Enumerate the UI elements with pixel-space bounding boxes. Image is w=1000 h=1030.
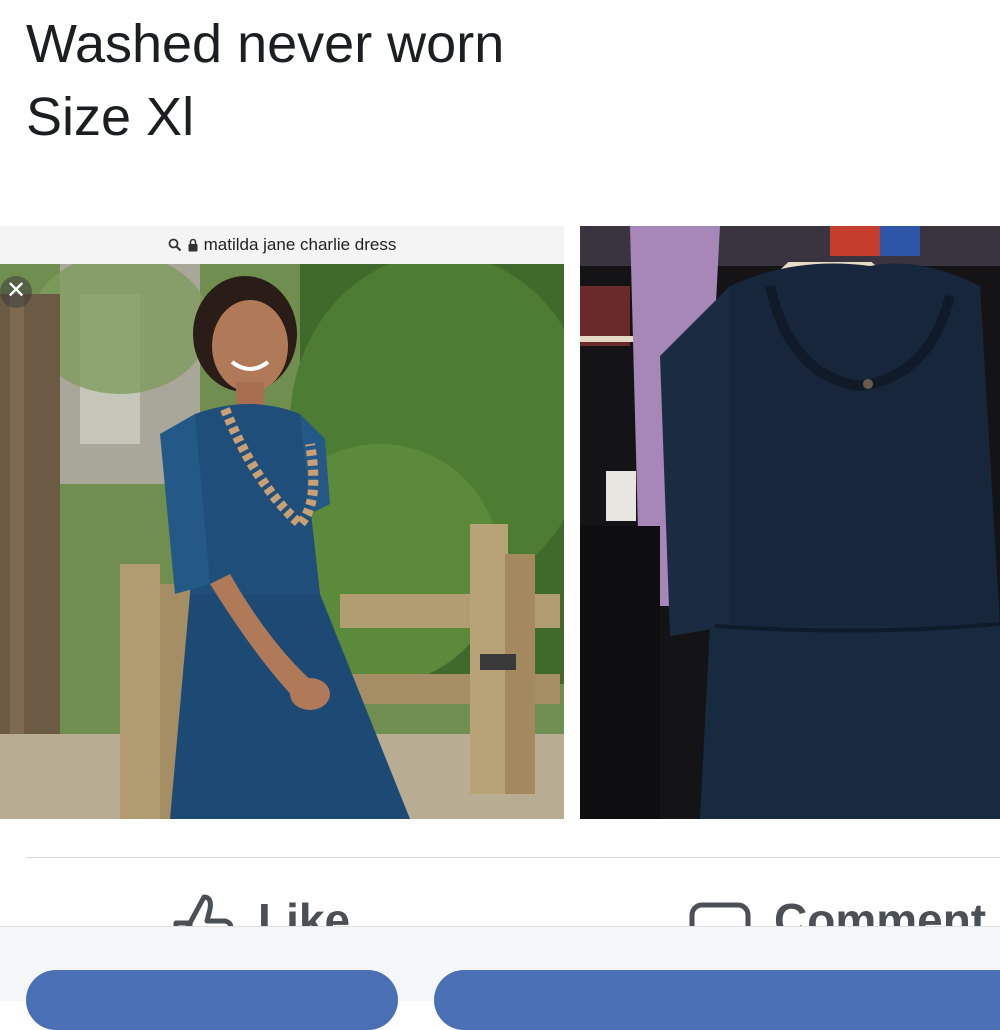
url-text: matilda jane charlie dress (203, 235, 397, 254)
post-line-2: Size Xl (26, 87, 195, 147)
bottom-action-button-2[interactable] (434, 970, 1000, 1030)
divider (26, 857, 1000, 858)
woman-in-dress-photo (0, 264, 564, 819)
lock-icon (188, 238, 198, 252)
url-bar: matilda jane charlie dress (0, 226, 564, 265)
dress-on-hanger-photo (580, 226, 1000, 819)
post-photo-right[interactable] (580, 226, 1000, 819)
close-icon[interactable]: ✕ (0, 276, 32, 308)
bottom-action-button-1[interactable] (26, 970, 398, 1030)
post-line-1: Washed never worn (26, 14, 505, 74)
post-photo-left[interactable]: matilda jane charlie dress ✕ (0, 226, 564, 819)
search-icon (168, 238, 182, 252)
post-text: Washed never worn Size Xl (26, 8, 504, 154)
